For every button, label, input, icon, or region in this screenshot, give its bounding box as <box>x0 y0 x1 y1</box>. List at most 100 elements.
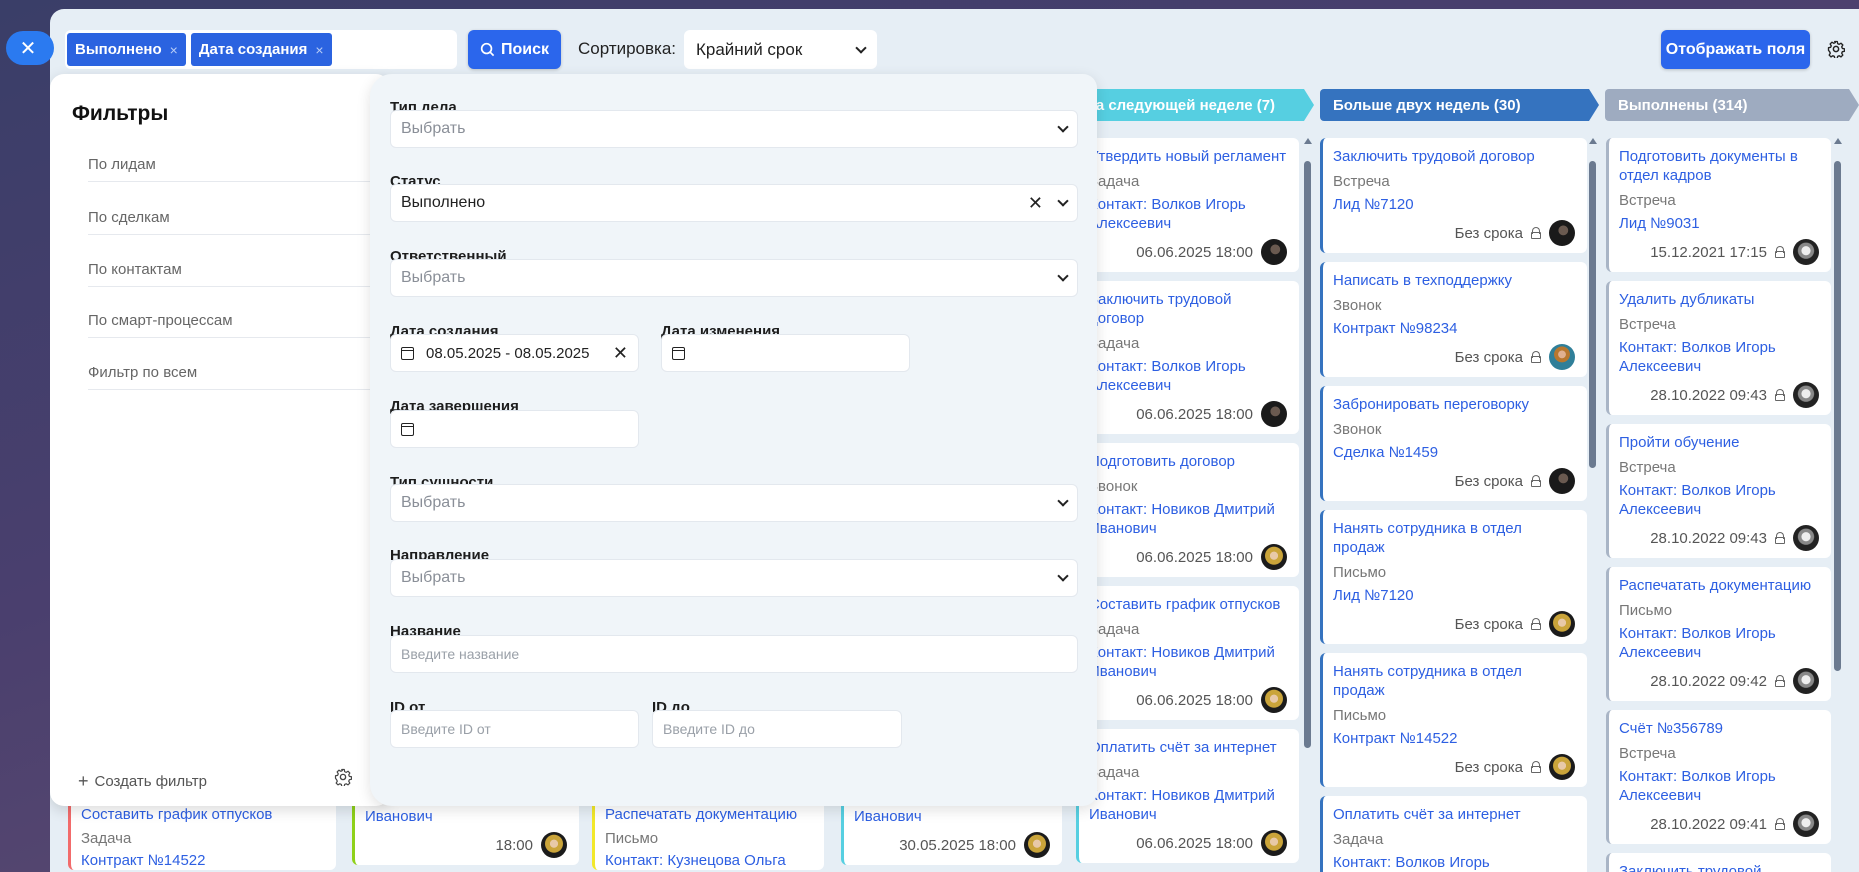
card-entity-link[interactable]: Контакт: Волков Игорь Алексеевич <box>1619 624 1819 662</box>
remove-tag-icon[interactable]: × <box>170 42 178 58</box>
search-button[interactable]: Поиск <box>468 30 561 69</box>
card-title[interactable]: Счёт №356789 <box>1619 719 1819 738</box>
card-entity-link[interactable]: Контакт: Кузнецова Ольга <box>605 851 812 870</box>
activity-card[interactable]: Подготовить договор Звонок Контакт: Новико… <box>1076 443 1299 577</box>
completed-date-picker[interactable] <box>390 410 639 448</box>
id-to-input[interactable]: Введите ID до <box>652 710 902 748</box>
modified-date-picker[interactable] <box>661 334 910 372</box>
filter-preset-deals[interactable]: По сделкам <box>88 209 390 235</box>
activity-card[interactable]: Подготовить документы в отдел кадров Встр… <box>1606 138 1831 272</box>
column-header[interactable]: Выполнены (314) <box>1605 89 1859 121</box>
activity-card[interactable]: Забронировать переговорку Звонок Сделка №1… <box>1320 386 1587 501</box>
column-scrollbar[interactable] <box>1304 138 1312 872</box>
activity-card[interactable]: Пройти обучение Встреча Контакт: Волков Иг… <box>1606 424 1831 558</box>
status-select[interactable]: Выполнено ✕ <box>390 184 1078 222</box>
card-title[interactable]: Распечатать документацию <box>1619 576 1819 595</box>
card-entity-link[interactable]: Лид №9031 <box>1619 214 1819 233</box>
id-from-input[interactable]: Введите ID от <box>390 710 639 748</box>
activity-card[interactable]: Заключить трудовой договор Встреча Лид №71… <box>1320 138 1587 253</box>
filter-preset-all[interactable]: Фильтр по всем <box>88 364 390 390</box>
remove-tag-icon[interactable]: × <box>315 42 323 58</box>
filter-search-input[interactable]: Выполнено × Дата создания × <box>65 30 457 69</box>
filter-settings-gear-icon[interactable] <box>334 768 352 786</box>
avatar[interactable] <box>541 832 567 858</box>
card-title[interactable]: Оплатить счёт за интернет <box>1333 805 1575 824</box>
column-header[interactable]: На следующей неделе (7) <box>1072 89 1314 121</box>
column-scrollbar[interactable] <box>1589 138 1597 872</box>
scrollbar-thumb[interactable] <box>1834 161 1841 671</box>
scroll-up-arrow-icon[interactable] <box>1304 138 1312 144</box>
close-filter-button[interactable]: ✕ <box>6 31 54 65</box>
clear-icon[interactable]: ✕ <box>1028 194 1043 212</box>
card-entity-link[interactable]: Лид №7120 <box>1333 586 1575 605</box>
card-title[interactable]: Написать в техподдержку <box>1333 271 1575 290</box>
card-entity-link[interactable]: Контакт: Волков Игорь Алексеевич <box>1333 853 1575 872</box>
card-title[interactable]: Составить график отпусков <box>81 805 324 824</box>
card-title[interactable]: Заключить трудовой <box>1619 862 1819 872</box>
avatar[interactable] <box>1549 754 1575 780</box>
clear-icon[interactable]: ✕ <box>613 344 628 362</box>
card-entity-link[interactable]: Сделка №1459 <box>1333 443 1575 462</box>
card-entity-link[interactable]: Контакт: Новиков Дмитрий Иванович <box>1089 500 1287 538</box>
activity-card[interactable]: Распечатать документацию Письмо Контакт: В… <box>1606 567 1831 701</box>
card-title[interactable]: Составить график отпусков <box>1089 595 1287 614</box>
avatar[interactable] <box>1549 344 1575 370</box>
card-entity-link[interactable]: Контракт №14522 <box>81 851 324 870</box>
column-scrollbar[interactable] <box>1834 138 1842 872</box>
direction-select[interactable]: Выбрать <box>390 559 1078 597</box>
column-header[interactable]: Больше двух недель (30) <box>1320 89 1599 121</box>
activity-card[interactable]: Нанять сотрудника в отдел продаж Письмо Ко… <box>1320 653 1587 787</box>
card-entity-link[interactable]: Контакт: Волков Игорь Алексеевич <box>1619 767 1819 805</box>
activity-card[interactable]: Оплатить счёт за интернет Задача Контакт: … <box>1076 729 1299 863</box>
card-entity-link[interactable]: Контакт: Новиков Дмитрий Иванович <box>1089 643 1287 681</box>
card-title[interactable]: Нанять сотрудника в отдел продаж <box>1333 662 1575 700</box>
card-title[interactable]: Распечатать документацию <box>605 805 812 824</box>
avatar[interactable] <box>1549 468 1575 494</box>
card-title[interactable]: Заключить трудовой договор <box>1089 290 1287 328</box>
create-filter-button[interactable]: + Создать фильтр <box>78 771 207 792</box>
show-fields-button[interactable]: Отображать поля <box>1661 30 1810 69</box>
sort-select[interactable]: Крайний срок <box>684 30 877 69</box>
activity-card[interactable]: Счёт №356789 Встреча Контакт: Волков Игорь… <box>1606 710 1831 844</box>
avatar[interactable] <box>1793 239 1819 265</box>
activity-card[interactable]: Заключить трудовой договор Задача Контакт:… <box>1076 281 1299 434</box>
responsible-select[interactable]: Выбрать <box>390 259 1078 297</box>
avatar[interactable] <box>1261 687 1287 713</box>
card-title[interactable]: Пройти обучение <box>1619 433 1819 452</box>
scrollbar-thumb[interactable] <box>1589 161 1596 468</box>
activity-card[interactable]: Оплатить счёт за интернет Задача Контакт: … <box>1320 796 1587 872</box>
entity-type-select[interactable]: Выбрать <box>390 484 1078 522</box>
avatar[interactable] <box>1261 239 1287 265</box>
created-date-picker[interactable]: 08.05.2025 - 08.05.2025 ✕ <box>390 334 639 372</box>
activity-card[interactable]: Утвердить новый регламент Задача Контакт: … <box>1076 138 1299 272</box>
card-title[interactable]: Нанять сотрудника в отдел продаж <box>1333 519 1575 557</box>
activity-card[interactable]: Удалить дубликаты Встреча Контакт: Волков … <box>1606 281 1831 415</box>
scroll-up-arrow-icon[interactable] <box>1589 138 1597 144</box>
activity-type-select[interactable]: Выбрать <box>390 110 1078 148</box>
card-entity-link[interactable]: Контракт №98234 <box>1333 319 1575 338</box>
scrollbar-thumb[interactable] <box>1304 161 1311 748</box>
card-title[interactable]: Удалить дубликаты <box>1619 290 1819 309</box>
activity-card[interactable]: Составить график отпусков Задача Контакт: … <box>1076 586 1299 720</box>
card-entity-link[interactable]: Контакт: Волков Игорь Алексеевич <box>1619 338 1819 376</box>
filter-preset-leads[interactable]: По лидам <box>88 156 390 182</box>
scroll-up-arrow-icon[interactable] <box>1834 138 1842 144</box>
card-entity-link[interactable]: Иванович <box>365 807 567 826</box>
avatar[interactable] <box>1793 382 1819 408</box>
filter-tag-created-date[interactable]: Дата создания × <box>190 33 332 66</box>
avatar[interactable] <box>1793 811 1819 837</box>
card-title[interactable]: Подготовить документы в отдел кадров <box>1619 147 1819 185</box>
settings-gear-icon[interactable] <box>1827 40 1845 58</box>
avatar[interactable] <box>1549 611 1575 637</box>
card-entity-link[interactable]: Контакт: Волков Игорь Алексеевич <box>1089 195 1287 233</box>
name-input[interactable]: Введите название <box>390 635 1078 673</box>
filter-preset-smart-processes[interactable]: По смарт-процессам <box>88 312 390 338</box>
card-entity-link[interactable]: Лид №7120 <box>1333 195 1575 214</box>
card-entity-link[interactable]: Контакт: Волков Игорь Алексеевич <box>1619 481 1819 519</box>
activity-card[interactable]: Нанять сотрудника в отдел продаж Письмо Ли… <box>1320 510 1587 644</box>
filter-tag-status[interactable]: Выполнено × <box>67 33 186 66</box>
filter-preset-contacts[interactable]: По контактам <box>88 261 390 287</box>
avatar[interactable] <box>1261 401 1287 427</box>
avatar[interactable] <box>1549 220 1575 246</box>
card-entity-link[interactable]: Иванович <box>854 807 1050 826</box>
